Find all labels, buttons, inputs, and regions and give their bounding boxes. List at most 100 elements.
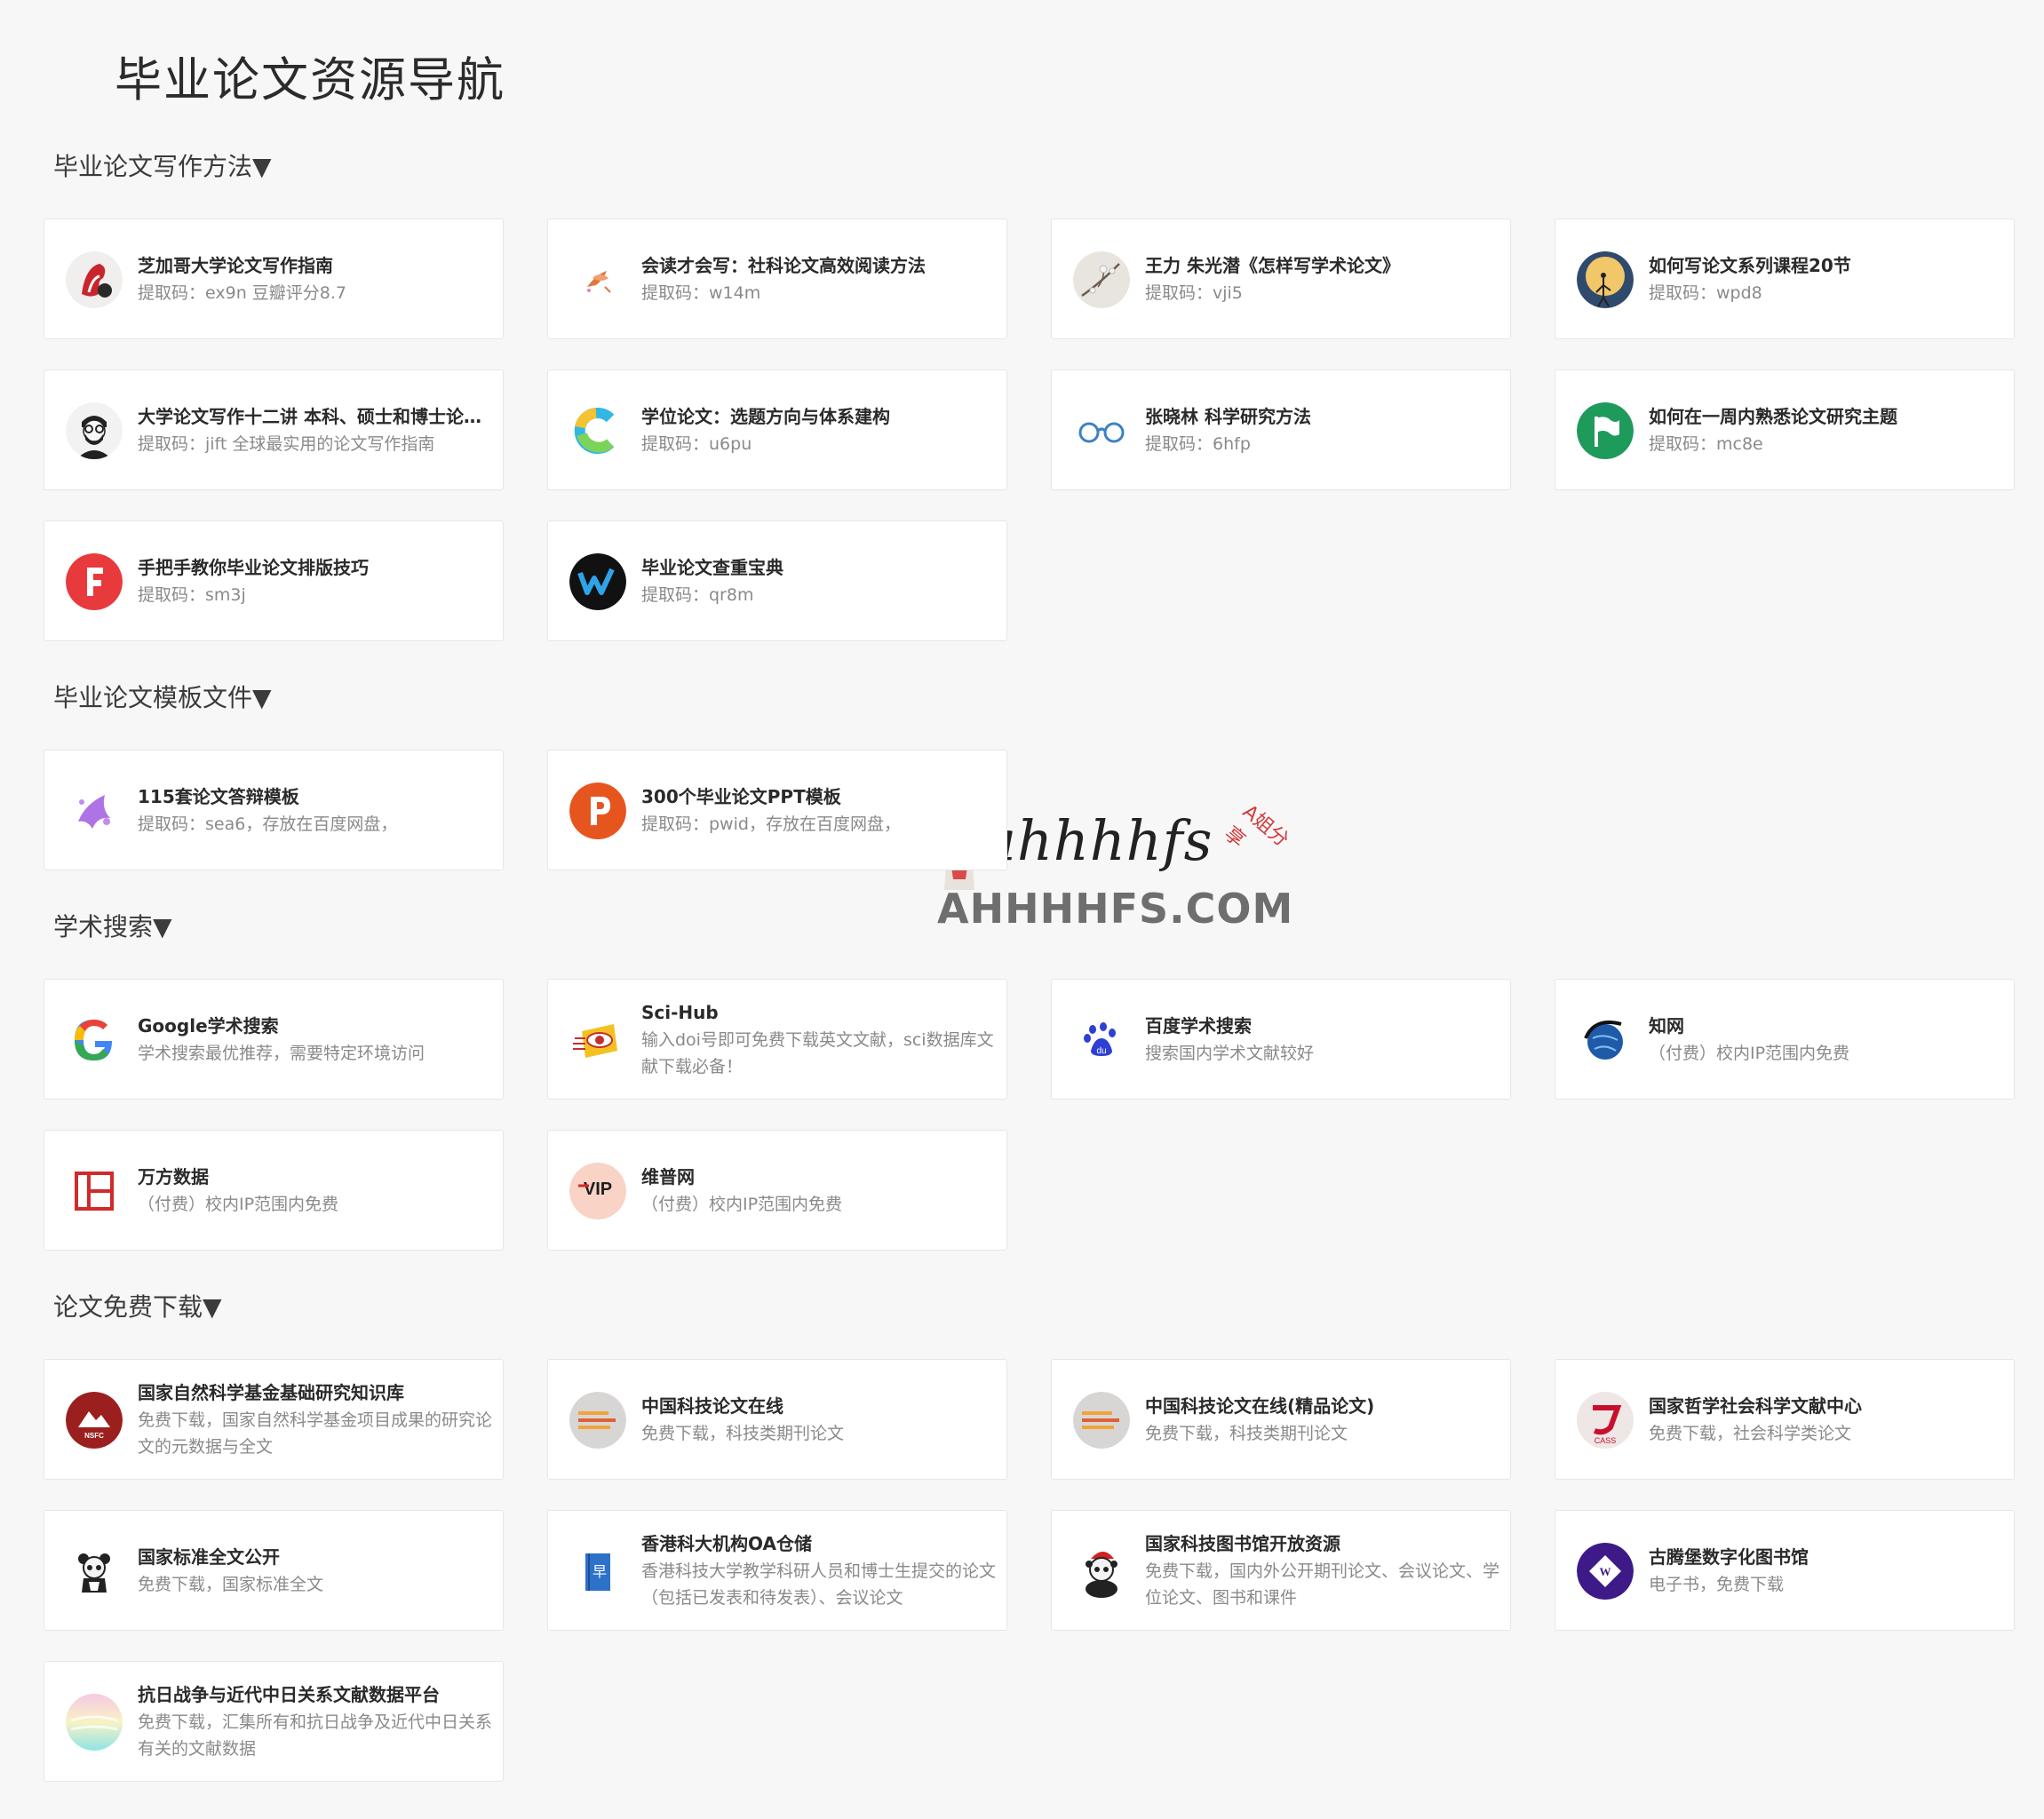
svg-text:du: du — [1096, 1046, 1106, 1056]
resource-card[interactable]: Google学术搜索 学术搜索最优推荐，需要特定环境访问 — [44, 979, 504, 1100]
section-title: 毕业论文模板文件▼ — [53, 683, 272, 712]
red-swirl-avatar-icon — [66, 251, 123, 308]
card-text: Google学术搜索 学术搜索最优推荐，需要特定环境访问 — [138, 980, 492, 1099]
vip-icon: VIP — [569, 1163, 626, 1219]
resource-card[interactable]: Sci-Hub 输入doi号即可免费下载英文文献，sci数据库文献下载必备！ — [547, 979, 1007, 1100]
card-description: 提取码：sm3j — [138, 584, 246, 605]
card-description: （付费）校内IP范围内免费 — [641, 1194, 843, 1214]
card-description: 提取码：ex9n 豆瓣评分8.7 — [138, 282, 346, 303]
card-text: 维普网 （付费）校内IP范围内免费 — [641, 1131, 996, 1250]
svg-text:NSFC: NSFC — [84, 1432, 104, 1440]
letter-f-icon — [66, 553, 123, 610]
section-title: 论文免费下载▼ — [53, 1292, 222, 1322]
resource-card[interactable]: 王力 朱光潜《怎样写学术论文》 提取码：vji5 — [1051, 218, 1511, 339]
card-title: 百度学术搜索 — [1145, 1014, 1252, 1037]
resource-card[interactable]: W 古腾堡数字化图书馆 电子书，免费下载 — [1555, 1510, 2015, 1631]
card-description: 提取码：sea6，存放在百度网盘， — [138, 814, 398, 834]
resource-card[interactable]: 张晓林 科学研究方法 提取码：6hfp — [1051, 369, 1511, 490]
card-title: 香港科大机构OA仓储 — [641, 1532, 812, 1554]
card-title: 大学论文写作十二讲 本科、硕士和博士论文写作指南 — [138, 405, 492, 427]
card-description: 提取码：w14m — [641, 282, 761, 303]
resource-card[interactable]: 抗日战争与近代中日关系文献数据平台免费下载，汇集所有和抗日战争及近代中日关系有关… — [44, 1661, 504, 1782]
resource-card[interactable]: 中国科技论文在线免费下载，科技类期刊论文 — [547, 1359, 1007, 1480]
plum-blossom-icon — [1073, 251, 1130, 308]
powerpoint-icon — [569, 782, 626, 839]
card-description: 免费下载，汇集所有和抗日战争及近代中日关系有关的文献数据 — [138, 1712, 492, 1759]
resource-card[interactable]: 如何在一周内熟悉论文研究主题 提取码：mc8e — [1555, 369, 2015, 490]
card-description: 免费下载，科技类期刊论文 — [1145, 1423, 1348, 1443]
resource-card[interactable]: 知网 （付费）校内IP范围内免费 — [1555, 979, 2015, 1100]
card-text: 万方数据 （付费）校内IP范围内免费 — [138, 1131, 492, 1250]
koi-fish-icon — [569, 251, 626, 308]
resource-card[interactable]: 如何写论文系列课程20节 提取码：wpd8 — [1555, 218, 2015, 339]
gutenberg-icon: W — [1577, 1543, 1634, 1600]
google-icon — [66, 1012, 123, 1068]
resource-card[interactable]: 手把手教你毕业论文排版技巧 提取码：sm3j — [44, 520, 504, 641]
cnki-globe-icon — [1577, 1012, 1634, 1068]
watermark-logo-text: ahhhhfs — [983, 808, 1213, 873]
card-title: 王力 朱光潜《怎样写学术论文》 — [1145, 254, 1400, 276]
card-title: 如何写论文系列课程20节 — [1649, 254, 1851, 276]
blue-book-icon: 早 — [569, 1543, 626, 1600]
card-text: 国家科技图书馆开放资源 免费下载，国内外公开期刊论文、会议论文、学位论文、图书和课… — [1145, 1511, 1499, 1630]
resource-card[interactable]: 学位论文：选题方向与体系建构 提取码：u6pu — [547, 369, 1007, 490]
card-description: 香港科技大学教学科研人员和博士生提交的论文（包括已发表和待发表）、会议论文 — [641, 1561, 996, 1608]
card-text: 王力 朱光潜《怎样写学术论文》 提取码：vji5 — [1145, 219, 1499, 338]
card-text: 会读才会写：社科论文高效阅读方法 提取码：w14m — [641, 219, 996, 338]
card-title: 国家哲学社会科学文献中心 — [1649, 1394, 1862, 1417]
card-text: 国家自然科学基金基础研究知识库 免费下载，国家自然科学基金项目成果的研究论文的元数… — [138, 1360, 492, 1479]
resource-card[interactable]: VIP 维普网 （付费）校内IP范围内免费 — [547, 1130, 1007, 1251]
card-text: Sci-Hub 输入doi号即可免费下载英文文献，sci数据库文献下载必备！ — [641, 980, 996, 1099]
card-title: Google学术搜索 — [138, 1014, 279, 1037]
card-title: 中国科技论文在线(精品论文) — [1145, 1394, 1375, 1417]
resource-card[interactable]: 早 香港科大机构OA仓储香港科技大学教学科研人员和博士生提交的论文（包括已发表和待… — [547, 1510, 1007, 1631]
card-title: 抗日战争与近代中日关系文献数据平台 — [138, 1683, 440, 1705]
section-title: 毕业论文写作方法▼ — [53, 152, 272, 181]
resource-card[interactable]: 会读才会写：社科论文高效阅读方法 提取码：w14m — [547, 218, 1007, 339]
card-text: 张晓林 科学研究方法 提取码：6hfp — [1145, 370, 1499, 489]
resource-card[interactable]: 毕业论文查重宝典 提取码：qr8m — [547, 520, 1007, 641]
card-description: （付费）校内IP范围内免费 — [1649, 1043, 1850, 1063]
card-text: 香港科大机构OA仓储香港科技大学教学科研人员和博士生提交的论文（包括已发表和待发… — [641, 1511, 996, 1630]
card-description: 电子书，免费下载 — [1649, 1574, 1785, 1594]
card-description: 提取码：wpd8 — [1649, 282, 1762, 303]
card-description: 提取码：6hfp — [1145, 433, 1251, 454]
purple-splash-icon — [66, 782, 123, 839]
resource-card[interactable]: 万方数据 （付费）校内IP范围内免费 — [44, 1130, 504, 1251]
card-text: 芝加哥大学论文写作指南 提取码：ex9n 豆瓣评分8.7 — [138, 219, 492, 338]
card-title: 中国科技论文在线 — [641, 1394, 783, 1417]
resource-card[interactable]: 国家科技图书馆开放资源 免费下载，国内外公开期刊论文、会议论文、学位论文、图书和课… — [1051, 1510, 1511, 1631]
svg-text:VIP: VIP — [584, 1180, 612, 1199]
resource-card[interactable]: 115套论文答辩模板 提取码：sea6，存放在百度网盘， — [44, 750, 504, 870]
card-text: 抗日战争与近代中日关系文献数据平台免费下载，汇集所有和抗日战争及近代中日关系有关… — [138, 1662, 492, 1781]
resource-card[interactable]: 大学论文写作十二讲 本科、硕士和博士论文写作指南提取码：jift 全球最实用的论… — [44, 369, 504, 490]
card-title: 会读才会写：社科论文高效阅读方法 — [641, 254, 926, 276]
page-root: 毕业论文资源导航 ahhhhfs A姐分享 AHHHHFS.COM 毕业论文写作… — [0, 0, 2044, 1819]
resource-card[interactable]: 国家标准全文公开 免费下载，国家标准全文 — [44, 1510, 504, 1631]
resource-card[interactable]: 芝加哥大学论文写作指南 提取码：ex9n 豆瓣评分8.7 — [44, 218, 504, 339]
resource-card[interactable]: CASS 国家哲学社会科学文献中心 免费下载，社会科学类论文 — [1555, 1359, 2015, 1480]
cass-icon: CASS — [1577, 1392, 1634, 1449]
card-description: 提取码：mc8e — [1649, 433, 1763, 454]
paper-lines-icon — [569, 1392, 626, 1449]
card-title: 手把手教你毕业论文排版技巧 — [138, 556, 369, 578]
card-description: 免费下载，科技类期刊论文 — [641, 1423, 845, 1443]
card-title: 万方数据 — [138, 1165, 209, 1188]
section-title: 学术搜索▼ — [53, 912, 172, 941]
card-text: 毕业论文查重宝典 提取码：qr8m — [641, 521, 996, 640]
card-description: 搜索国内学术文献较好 — [1145, 1043, 1315, 1063]
card-text: 古腾堡数字化图书馆 电子书，免费下载 — [1649, 1511, 2003, 1630]
resource-card[interactable]: 300个毕业论文PPT模板 提取码：pwid，存放在百度网盘， — [547, 750, 1007, 870]
svg-text:CASS: CASS — [1595, 1436, 1617, 1445]
baidu-paw-icon: du — [1073, 1012, 1130, 1068]
resource-card[interactable]: 中国科技论文在线(精品论文) 免费下载，科技类期刊论文 — [1051, 1359, 1511, 1480]
green-flag-icon — [1577, 402, 1634, 459]
card-text: 学位论文：选题方向与体系建构 提取码：u6pu — [641, 370, 996, 489]
resource-card[interactable]: du 百度学术搜索搜索国内学术文献较好 — [1051, 979, 1511, 1100]
resource-card[interactable]: NSFC 国家自然科学基金基础研究知识库 免费下载，国家自然科学基金项目成果的研究论… — [44, 1359, 504, 1480]
card-text: 115套论文答辩模板 提取码：sea6，存放在百度网盘， — [138, 751, 492, 870]
card-description: 提取码：vji5 — [1145, 282, 1243, 303]
wanfang-icon — [66, 1163, 123, 1219]
card-title: 国家科技图书馆开放资源 — [1145, 1532, 1340, 1554]
bearded-man-icon — [66, 402, 123, 459]
